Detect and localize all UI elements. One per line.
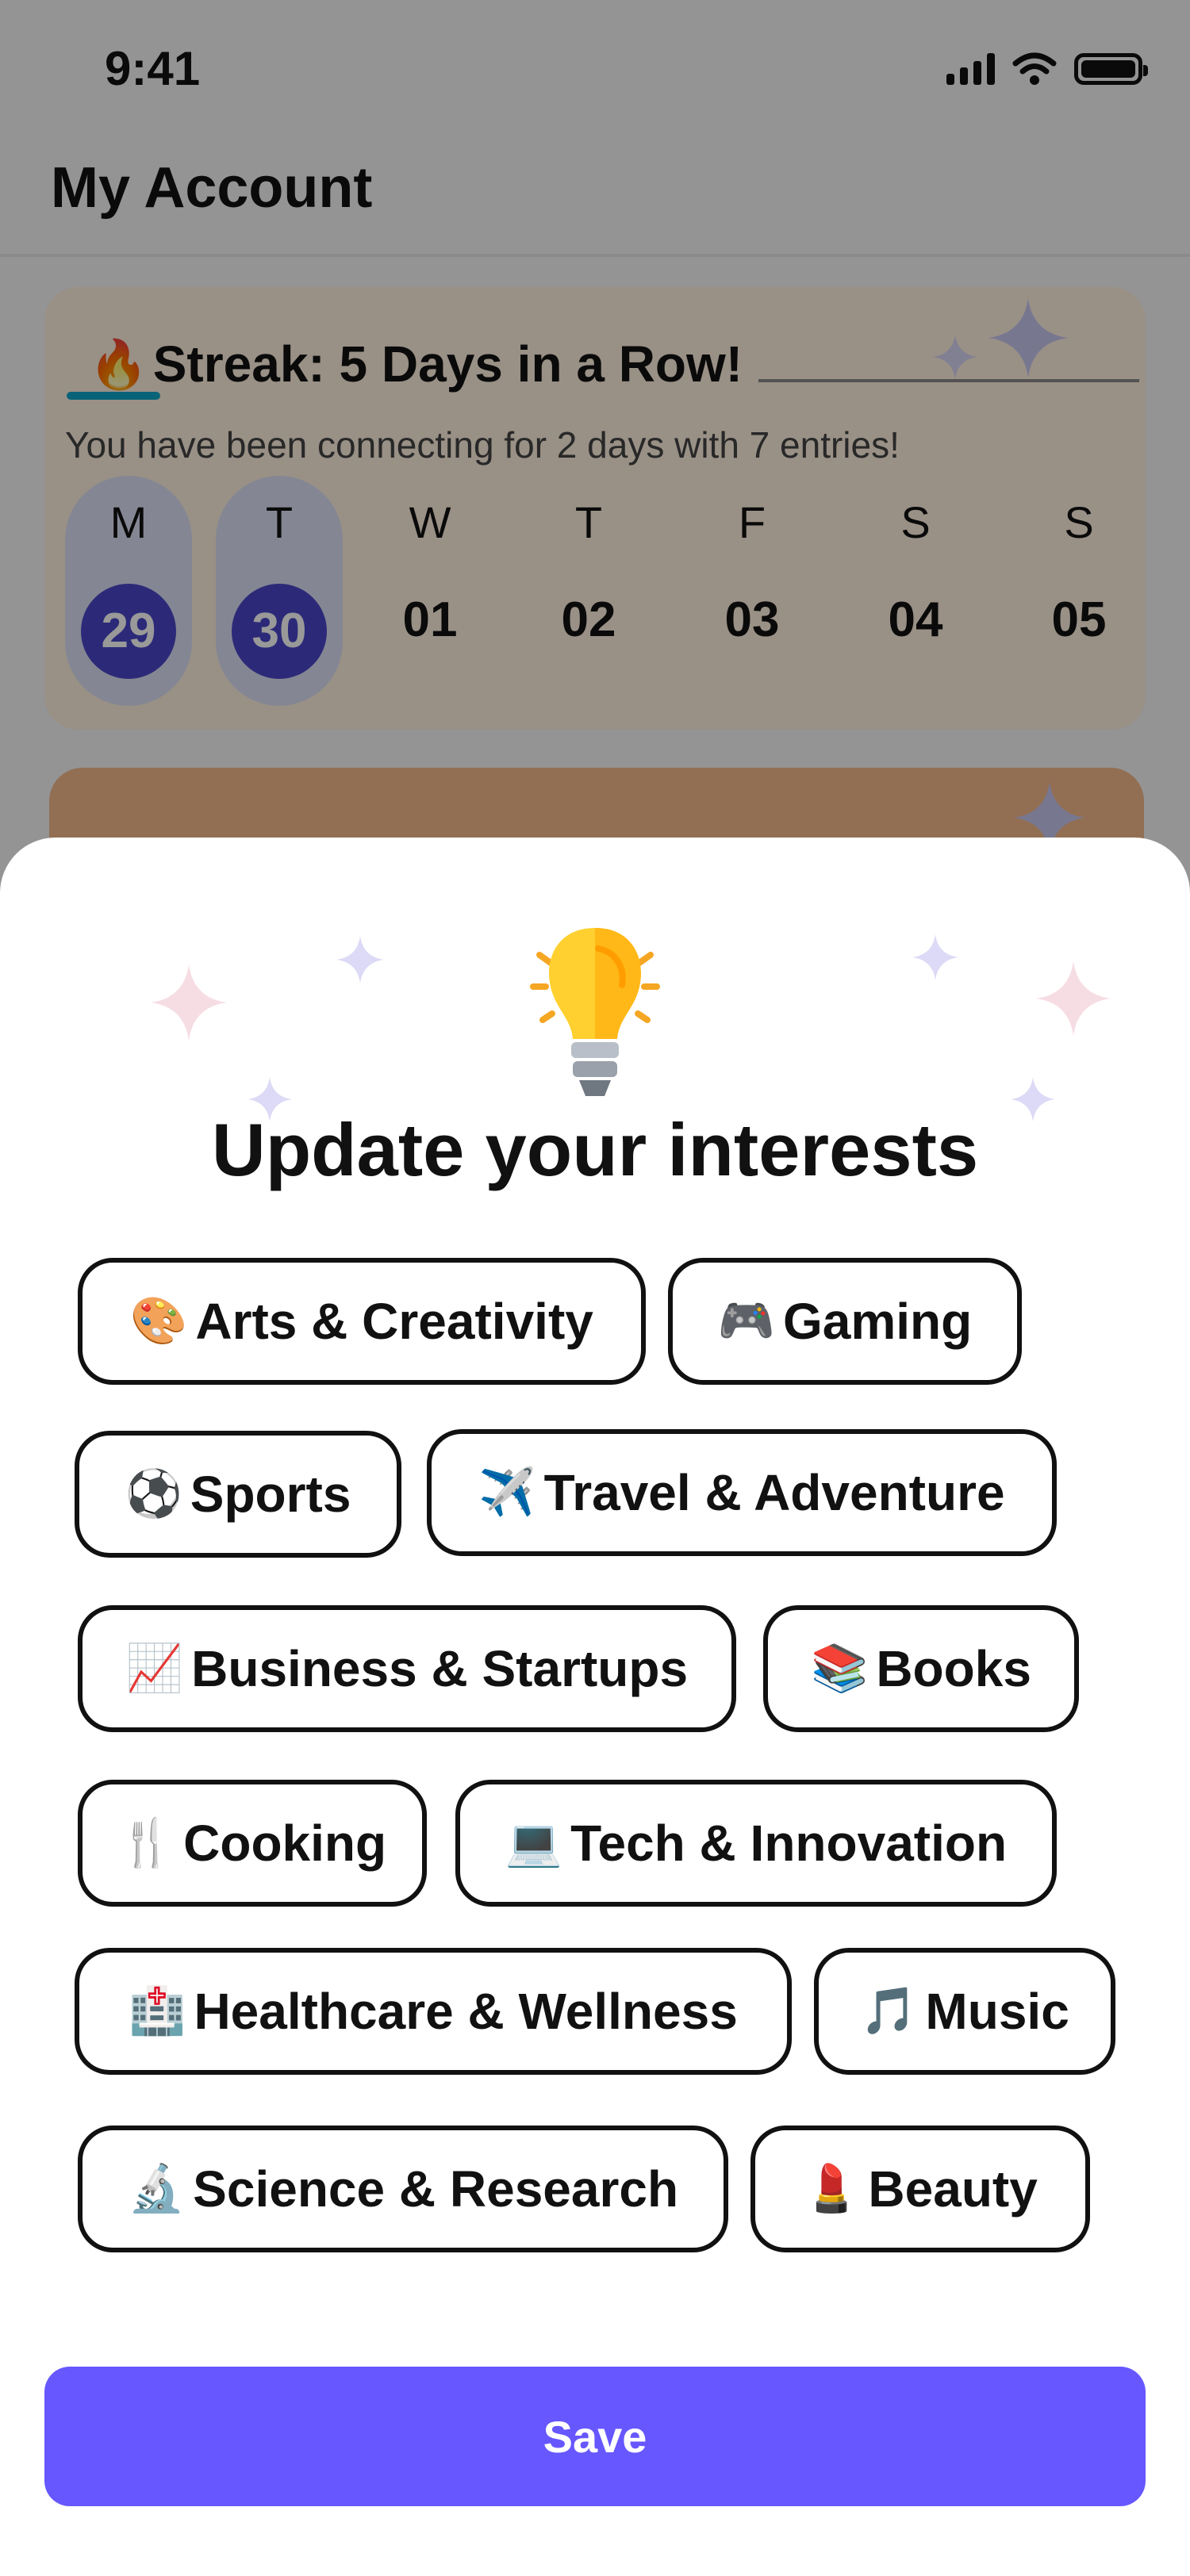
hospital-icon: 🏥: [129, 1985, 186, 2037]
chip-label: Business & Startups: [191, 1640, 689, 1697]
chip-label: Healthcare & Wellness: [194, 1983, 738, 2040]
interest-chip-cooking[interactable]: 🍴 Cooking: [78, 1780, 427, 1907]
interests-sheet: Update your interests 🎨 Arts & Creativit…: [0, 838, 1190, 2576]
sparkle-icon: [336, 936, 384, 983]
chip-label: Sports: [190, 1466, 351, 1523]
screen: 9:41 My Account 🔥 Streak: 5 Days in a Ro…: [0, 0, 1190, 2576]
save-button[interactable]: Save: [44, 2367, 1146, 2506]
soccer-ball-icon: ⚽: [125, 1468, 182, 1520]
interest-chip-books[interactable]: 📚 Books: [763, 1605, 1079, 1732]
airplane-icon: ✈️: [478, 1466, 536, 1518]
interest-chip-science[interactable]: 🔬 Science & Research: [78, 2126, 728, 2252]
chart-up-icon: 📈: [125, 1643, 184, 1694]
music-note-icon: 🎵: [860, 1985, 918, 2037]
game-controller-icon: 🎮: [717, 1295, 775, 1347]
chip-label: Beauty: [868, 2160, 1038, 2218]
lightbulb-icon: [530, 928, 660, 1096]
sparkle-icon: [912, 934, 958, 980]
interest-chip-travel[interactable]: ✈️ Travel & Adventure: [427, 1429, 1057, 1556]
chip-label: Music: [925, 1983, 1069, 2040]
laptop-icon: 💻: [505, 1817, 563, 1869]
interest-chip-music[interactable]: 🎵 Music: [814, 1948, 1115, 2075]
interest-chip-tech[interactable]: 💻 Tech & Innovation: [455, 1780, 1057, 1907]
palette-icon: 🎨: [130, 1295, 188, 1347]
chip-label: Tech & Innovation: [570, 1815, 1008, 1872]
chip-label: Science & Research: [193, 2160, 679, 2218]
interest-chip-beauty[interactable]: 💄 Beauty: [750, 2126, 1090, 2252]
sparkle-icon: [151, 964, 227, 1041]
interest-chip-sports[interactable]: ⚽ Sports: [75, 1431, 401, 1558]
fork-knife-icon: 🍴: [117, 1817, 176, 1869]
chip-label: Travel & Adventure: [543, 1464, 1005, 1521]
lipstick-icon: 💄: [803, 2163, 861, 2214]
chip-label: Cooking: [183, 1815, 387, 1872]
sparkle-icon: [1036, 961, 1111, 1036]
interest-chip-healthcare[interactable]: 🏥 Healthcare & Wellness: [75, 1948, 792, 2075]
chip-label: Books: [876, 1640, 1031, 1697]
chip-label: Arts & Creativity: [195, 1293, 593, 1350]
books-icon: 📚: [811, 1643, 869, 1694]
chip-label: Gaming: [782, 1293, 973, 1350]
sheet-title: Update your interests: [211, 1108, 979, 1191]
interest-chip-arts[interactable]: 🎨 Arts & Creativity: [78, 1258, 646, 1385]
interest-chip-business[interactable]: 📈 Business & Startups: [78, 1605, 736, 1732]
microscope-icon: 🔬: [127, 2163, 186, 2214]
interest-chip-gaming[interactable]: 🎮 Gaming: [668, 1258, 1022, 1385]
